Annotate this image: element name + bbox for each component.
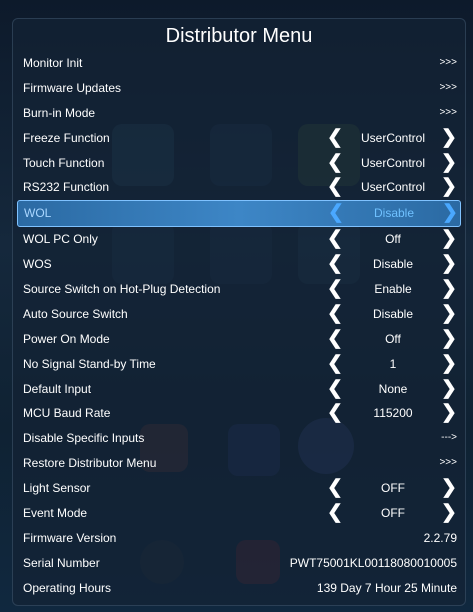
menu-item-label: Freeze Function (23, 130, 110, 145)
menu-item-value: UserControl (360, 155, 426, 170)
chevron-right-icon[interactable]: ❯ (441, 352, 457, 377)
menu-item-label: Serial Number (23, 555, 100, 570)
submenu-arrow-indicator[interactable]: ---> (441, 426, 457, 451)
chevron-right-icon[interactable]: ❯ (441, 302, 457, 327)
menu-item-label: No Signal Stand-by Time (23, 356, 156, 371)
menu-item-info-value: 139 Day 7 Hour 25 Minute (316, 580, 457, 595)
menu-item-wol[interactable]: WOL ❮ Disable ❯ (17, 200, 461, 228)
menu-item-rs232-function[interactable]: RS232 Function ❮ UserControl ❯ (13, 175, 465, 200)
menu-item-value: OFF (381, 506, 405, 521)
menu-item-value: Off (385, 232, 401, 247)
menu-item-light-sensor[interactable]: Light Sensor ❮ OFF ❯ (13, 476, 465, 501)
chevron-right-icon[interactable]: ❯ (441, 277, 457, 302)
menu-item-value: Disable (373, 206, 415, 221)
menu-item-mcu-baud-rate[interactable]: MCU Baud Rate ❮ 115200 ❯ (13, 401, 465, 426)
chevron-right-icon[interactable]: ❯ (441, 476, 457, 501)
menu-item-label: WOL PC Only (23, 232, 98, 247)
menu-item-default-input[interactable]: Default Input ❮ None ❯ (13, 377, 465, 402)
menu-item-label: Touch Function (23, 155, 105, 170)
chevron-left-icon[interactable]: ❮ (327, 175, 343, 200)
menu-item-label: Monitor Init (23, 56, 83, 70)
menu-item-label: Auto Source Switch (23, 306, 128, 321)
submenu-arrow-indicator[interactable]: >>> (439, 101, 457, 126)
submenu-arrow-indicator[interactable]: >>> (439, 76, 457, 101)
chevron-left-icon[interactable]: ❮ (327, 302, 343, 327)
chevron-right-icon[interactable]: ❯ (442, 201, 458, 226)
menu-item-burn-in-mode[interactable]: Burn-in Mode >>> (13, 101, 465, 126)
menu-item-label: Firmware Updates (23, 80, 122, 95)
menu-item-value: 115200 (373, 406, 413, 421)
menu-item-label: Disable Specific Inputs (23, 431, 145, 446)
menu-item-label: Operating Hours (23, 580, 112, 595)
menu-item-firmware-version: Firmware Version 2.2.79 (13, 526, 465, 551)
chevron-right-icon[interactable]: ❯ (441, 327, 457, 352)
menu-item-info-value: 2.2.79 (423, 530, 457, 545)
chevron-left-icon[interactable]: ❮ (327, 352, 343, 377)
menu-item-serial-number: Serial Number PWT75001KL00118080010005 (13, 551, 465, 576)
menu-item-info-value: PWT75001KL00118080010005 (289, 555, 457, 570)
menu-item-label: WOS (23, 257, 52, 272)
chevron-left-icon[interactable]: ❮ (327, 126, 343, 151)
menu-rows: Monitor Init >>> Firmware Updates >>> Burn-i… (13, 51, 465, 601)
menu-item-source-switch-on-hot-plug-detection[interactable]: Source Switch on Hot-Plug Detection ❮ Enab… (13, 277, 465, 302)
menu-item-firmware-updates[interactable]: Firmware Updates >>> (13, 76, 465, 101)
chevron-right-icon[interactable]: ❯ (441, 401, 457, 426)
menu-item-wos[interactable]: WOS ❮ Disable ❯ (13, 252, 465, 277)
chevron-left-icon[interactable]: ❮ (327, 227, 343, 252)
chevron-right-icon[interactable]: ❯ (441, 227, 457, 252)
chevron-right-icon[interactable]: ❯ (441, 252, 457, 277)
menu-title: Distributor Menu (165, 25, 313, 47)
menu-item-label: Burn-in Mode (23, 105, 96, 120)
menu-item-freeze-function[interactable]: Freeze Function ❮ UserControl ❯ (13, 126, 465, 151)
menu-item-value: UserControl (360, 180, 426, 195)
chevron-left-icon[interactable]: ❮ (327, 476, 343, 501)
menu-item-touch-function[interactable]: Touch Function ❮ UserControl ❯ (13, 151, 465, 176)
chevron-left-icon[interactable]: ❮ (327, 151, 343, 176)
menu-item-no-signal-stand-by-time[interactable]: No Signal Stand-by Time ❮ 1 ❯ (13, 352, 465, 377)
menu-item-monitor-init[interactable]: Monitor Init >>> (13, 51, 465, 76)
chevron-left-icon[interactable]: ❮ (327, 327, 343, 352)
menu-item-power-on-mode[interactable]: Power On Mode ❮ Off ❯ (13, 327, 465, 352)
chevron-right-icon[interactable]: ❯ (441, 377, 457, 402)
chevron-left-icon[interactable]: ❮ (327, 277, 343, 302)
menu-item-wol-pc-only[interactable]: WOL PC Only ❮ Off ❯ (13, 227, 465, 252)
menu-item-value: None (378, 381, 408, 396)
chevron-right-icon[interactable]: ❯ (441, 175, 457, 200)
menu-item-event-mode[interactable]: Event Mode ❮ OFF ❯ (13, 501, 465, 526)
chevron-left-icon[interactable]: ❮ (327, 377, 343, 402)
chevron-left-icon[interactable]: ❮ (327, 401, 343, 426)
distributor-menu-panel: Distributor Menu Monitor Init >>> Firmware… (12, 18, 466, 606)
menu-item-restore-distributor-menu[interactable]: Restore Distributor Menu >>> (13, 451, 465, 476)
menu-item-label: MCU Baud Rate (23, 406, 111, 421)
submenu-arrow-indicator[interactable]: >>> (439, 51, 457, 76)
menu-item-value: Enable (374, 282, 412, 297)
menu-item-value: Off (385, 331, 401, 346)
menu-item-value: UserControl (360, 130, 426, 145)
menu-item-disable-specific-inputs[interactable]: Disable Specific Inputs ---> (13, 426, 465, 451)
menu-item-label: Firmware Version (23, 530, 117, 545)
chevron-left-icon[interactable]: ❮ (327, 252, 343, 277)
menu-item-label: RS232 Function (23, 180, 110, 195)
chevron-right-icon[interactable]: ❯ (441, 126, 457, 151)
menu-item-label: Light Sensor (23, 481, 91, 496)
chevron-left-icon[interactable]: ❮ (328, 201, 344, 226)
chevron-right-icon[interactable]: ❯ (441, 151, 457, 176)
menu-item-label: Default Input (23, 381, 92, 396)
submenu-arrow-indicator[interactable]: >>> (439, 451, 457, 476)
chevron-right-icon[interactable]: ❯ (441, 501, 457, 526)
menu-item-operating-hours: Operating Hours 139 Day 7 Hour 25 Minute (13, 576, 465, 601)
menu-item-value: 1 (389, 356, 397, 371)
menu-item-value: Disable (372, 257, 414, 272)
menu-item-value: OFF (381, 481, 405, 496)
menu-item-label: Event Mode (23, 506, 88, 521)
menu-item-label: Restore Distributor Menu (23, 456, 157, 471)
chevron-left-icon[interactable]: ❮ (327, 501, 343, 526)
menu-item-label: WOL (24, 206, 52, 221)
menu-item-value: Disable (372, 306, 414, 321)
menu-item-auto-source-switch[interactable]: Auto Source Switch ❮ Disable ❯ (13, 302, 465, 327)
menu-item-label: Source Switch on Hot-Plug Detection (23, 282, 221, 297)
menu-item-label: Power On Mode (23, 331, 110, 346)
